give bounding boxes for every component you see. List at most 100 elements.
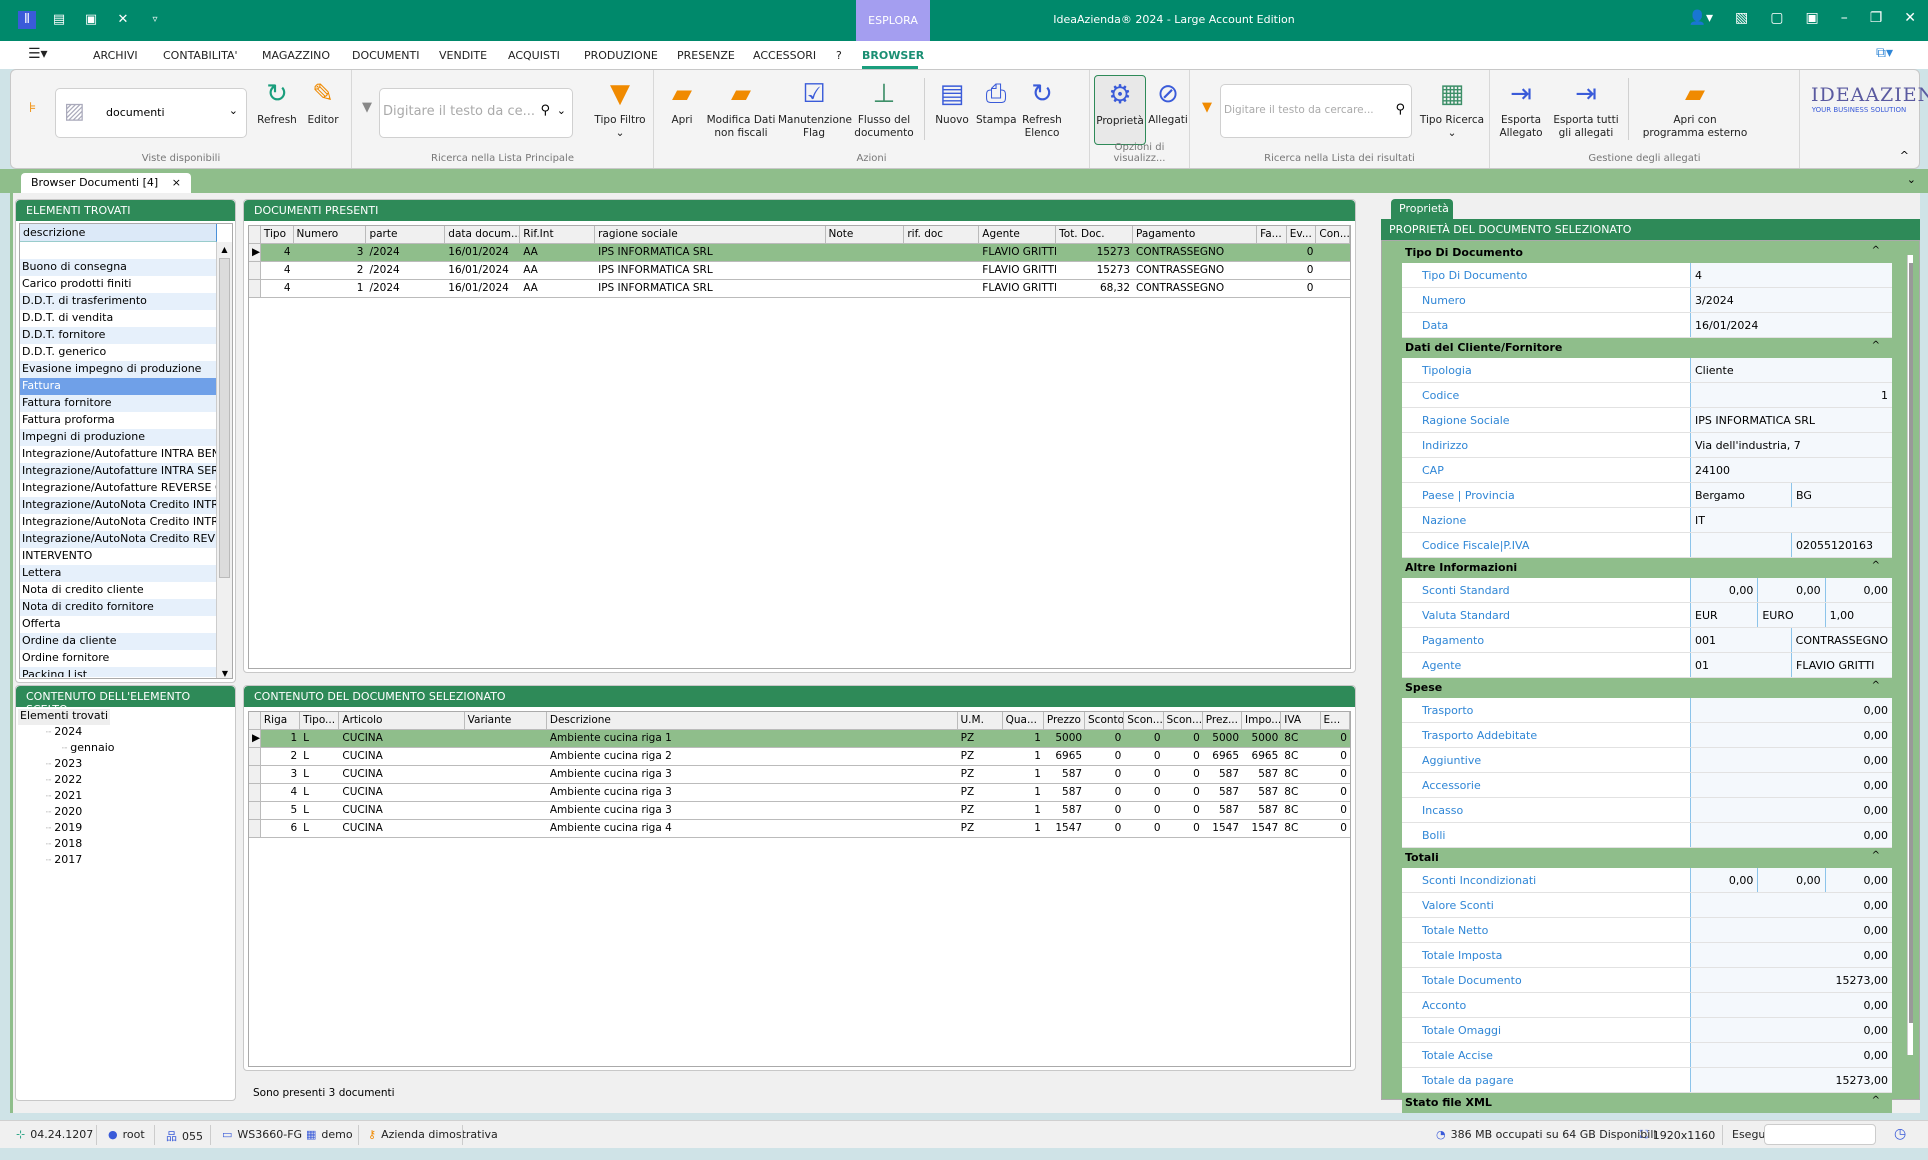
column-header[interactable]: data docum... bbox=[445, 226, 521, 243]
property-row[interactable]: Pagamento 001 CONTRASSEGNO bbox=[1402, 628, 1892, 653]
help-icon[interactable]: ▢ bbox=[1770, 10, 1783, 26]
esegui-input[interactable] bbox=[1764, 1124, 1876, 1145]
property-value[interactable]: IT bbox=[1690, 508, 1892, 532]
list-item[interactable]: Packing List bbox=[20, 667, 217, 677]
list-item[interactable]: D.D.T. generico bbox=[20, 344, 217, 361]
property-value[interactable]: 0,00 bbox=[1690, 773, 1892, 797]
list-item[interactable]: Integrazione/AutoNota Credito INTRA... bbox=[20, 497, 217, 514]
search-main-input[interactable]: Digitare il testo da ce... ⚲ ⌄ bbox=[379, 88, 573, 138]
column-header[interactable]: Rif.Int bbox=[520, 226, 596, 243]
maximize-icon[interactable]: ❐ bbox=[1870, 10, 1883, 26]
column-header[interactable]: Tot. Doc. bbox=[1056, 226, 1134, 243]
list-item[interactable]: D.D.T. fornitore bbox=[20, 327, 217, 344]
column-header[interactable]: Tipo... bbox=[300, 712, 340, 729]
list-item[interactable]: INTERVENTO bbox=[20, 548, 217, 565]
collapse-chevron-icon[interactable]: ^ bbox=[1872, 850, 1880, 861]
property-row[interactable]: Nazione IT bbox=[1402, 508, 1892, 533]
list-item[interactable]: Integrazione/AutoNota Credito REVER... bbox=[20, 531, 217, 548]
property-value[interactable]: 15273,00 bbox=[1690, 968, 1892, 992]
tree-node[interactable]: ┈ 2021 bbox=[18, 789, 233, 805]
property-row[interactable]: Indirizzo Via dell'industria, 7 bbox=[1402, 433, 1892, 458]
column-header[interactable]: Agente bbox=[979, 226, 1057, 243]
property-row[interactable]: Data 16/01/2024 bbox=[1402, 313, 1892, 338]
collapse-chevron-icon[interactable]: ^ bbox=[1872, 1095, 1880, 1106]
list-item[interactable]: Nota di credito cliente bbox=[20, 582, 217, 599]
list-item[interactable]: Fattura fornitore bbox=[20, 395, 217, 412]
property-value[interactable]: 0,00 bbox=[1690, 698, 1892, 722]
tree-node[interactable]: ┈ 2020 bbox=[18, 805, 233, 821]
column-header[interactable]: parte bbox=[366, 226, 446, 243]
collapse-chevron-icon[interactable]: ^ bbox=[1872, 340, 1880, 351]
property-row[interactable]: Sconti Incondizionati 0,00 0,00 0,00 bbox=[1402, 868, 1892, 893]
property-row[interactable]: Valuta Standard EUR EURO 1,00 bbox=[1402, 603, 1892, 628]
apri-button[interactable]: ▰ Apri bbox=[662, 78, 702, 127]
column-header[interactable]: Numero bbox=[294, 226, 367, 243]
column-header[interactable]: E... bbox=[1321, 712, 1350, 729]
menu-documenti[interactable]: DOCUMENTI bbox=[352, 49, 420, 62]
tipo-ricerca-button[interactable]: ▦ Tipo Ricerca ⌄ bbox=[1418, 78, 1486, 140]
table-row[interactable]: ▶ 4 3/2024 16/01/2024 AA IPS INFORMATICA SRL F… bbox=[249, 244, 1350, 262]
collapse-ribbon-icon[interactable]: ^ bbox=[1900, 149, 1909, 162]
document-icon[interactable]: ▧ bbox=[1735, 10, 1748, 26]
manutenzione-flag-button[interactable]: ☑ Manutenzione Flag bbox=[778, 78, 852, 140]
column-header[interactable]: Con... bbox=[1316, 226, 1350, 243]
table-row[interactable]: 3 L CUCINA Ambiente cucina riga 3 PZ 1 587 0 0 0 5… bbox=[249, 766, 1350, 784]
property-row[interactable]: Totale da pagare 15273,00 bbox=[1402, 1068, 1892, 1093]
property-category[interactable]: Spese ^ bbox=[1402, 678, 1892, 698]
views-combo[interactable]: ▨ documenti ⌄ bbox=[55, 88, 247, 138]
scroll-up-icon[interactable]: ▲ bbox=[217, 242, 232, 258]
property-value[interactable]: 0,00 bbox=[1690, 748, 1892, 772]
property-row[interactable]: Codice Fiscale|P.IVA 02055120163 bbox=[1402, 533, 1892, 558]
column-header[interactable]: Fa... bbox=[1257, 226, 1287, 243]
column-header[interactable]: Descrizione bbox=[547, 712, 958, 729]
property-value[interactable]: Bergamo BG bbox=[1690, 483, 1892, 507]
close-tab-icon[interactable]: × bbox=[172, 176, 181, 189]
list-item[interactable]: Integrazione/Autofatture INTRA BENI bbox=[20, 446, 217, 463]
list-item[interactable]: Impegni di produzione bbox=[20, 429, 217, 446]
property-value[interactable]: 1 bbox=[1690, 383, 1892, 407]
menu-accessori[interactable]: ACCESSORI bbox=[753, 49, 816, 62]
flusso-documento-button[interactable]: ⊥ Flusso del documento bbox=[852, 78, 916, 140]
property-row[interactable]: Trasporto 0,00 bbox=[1402, 698, 1892, 723]
property-row[interactable]: Paese | Provincia Bergamo BG bbox=[1402, 483, 1892, 508]
property-value[interactable]: 24100 bbox=[1690, 458, 1892, 482]
property-row[interactable]: Tipologia Cliente bbox=[1402, 358, 1892, 383]
property-category[interactable]: Altre Informazioni ^ bbox=[1402, 558, 1892, 578]
close-icon[interactable]: ✕ bbox=[1904, 10, 1916, 26]
property-value[interactable]: 0,00 bbox=[1690, 993, 1892, 1017]
column-header[interactable]: Sconto bbox=[1085, 712, 1125, 729]
scroll-down-icon[interactable]: ▼ bbox=[217, 669, 233, 678]
property-category[interactable]: Tipo Di Documento ^ bbox=[1402, 243, 1892, 263]
refresh-elenco-button[interactable]: ↻ Refresh Elenco bbox=[1020, 78, 1064, 140]
chevron-down-icon[interactable]: ⌄ bbox=[557, 104, 566, 117]
list-item[interactable]: Integrazione/Autofatture INTRA SERV... bbox=[20, 463, 217, 480]
property-row[interactable]: Codice 1 bbox=[1402, 383, 1892, 408]
apri-con-button[interactable]: ▰ Apri con programma esterno bbox=[1640, 78, 1750, 140]
property-value[interactable]: 0,00 0,00 0,00 bbox=[1690, 578, 1892, 602]
menu-help[interactable]: ? bbox=[836, 49, 842, 62]
list-item[interactable]: Ordine fornitore bbox=[20, 650, 217, 667]
column-header[interactable]: Scon... bbox=[1164, 712, 1203, 729]
scrollbar-thumb[interactable] bbox=[219, 258, 230, 578]
table-row[interactable]: 4 1/2024 16/01/2024 AA IPS INFORMATICA SRL FL… bbox=[249, 280, 1350, 298]
property-value[interactable]: 0,00 0,00 0,00 bbox=[1690, 868, 1892, 892]
collapse-chevron-icon[interactable]: ^ bbox=[1872, 560, 1880, 571]
scrollbar-thumb[interactable] bbox=[1909, 263, 1913, 1023]
menu-acquisti[interactable]: ACQUISTI bbox=[508, 49, 560, 62]
property-category[interactable]: Totali ^ bbox=[1402, 848, 1892, 868]
editor-button[interactable]: ✎ Editor bbox=[303, 78, 343, 127]
property-value[interactable]: 0,00 bbox=[1690, 893, 1892, 917]
tree-node[interactable]: ┈ 2024 bbox=[18, 725, 233, 741]
property-value[interactable]: 0,00 bbox=[1690, 798, 1892, 822]
table-row[interactable]: 2 L CUCINA Ambiente cucina riga 2 PZ 1 6965 0 0 0… bbox=[249, 748, 1350, 766]
property-row[interactable]: Agente 01 FLAVIO GRITTI bbox=[1402, 653, 1892, 678]
table-row[interactable]: ▶ 1 L CUCINA Ambiente cucina riga 1 PZ 1 5000 0 0… bbox=[249, 730, 1350, 748]
tree-node[interactable]: ┈ 2023 bbox=[18, 757, 233, 773]
list-item[interactable]: Evasione impegno di produzione bbox=[20, 361, 217, 378]
property-value[interactable]: 15273,00 bbox=[1690, 1068, 1892, 1092]
tree-node[interactable]: ┈ 2018 bbox=[18, 837, 233, 853]
list-item[interactable]: Integrazione/Autofatture REVERSE C... bbox=[20, 480, 217, 497]
scrollbar[interactable]: ▲ ▼ bbox=[216, 242, 232, 678]
menu-vendite[interactable]: VENDITE bbox=[439, 49, 487, 62]
property-row[interactable]: Ragione Sociale IPS INFORMATICA SRL bbox=[1402, 408, 1892, 433]
